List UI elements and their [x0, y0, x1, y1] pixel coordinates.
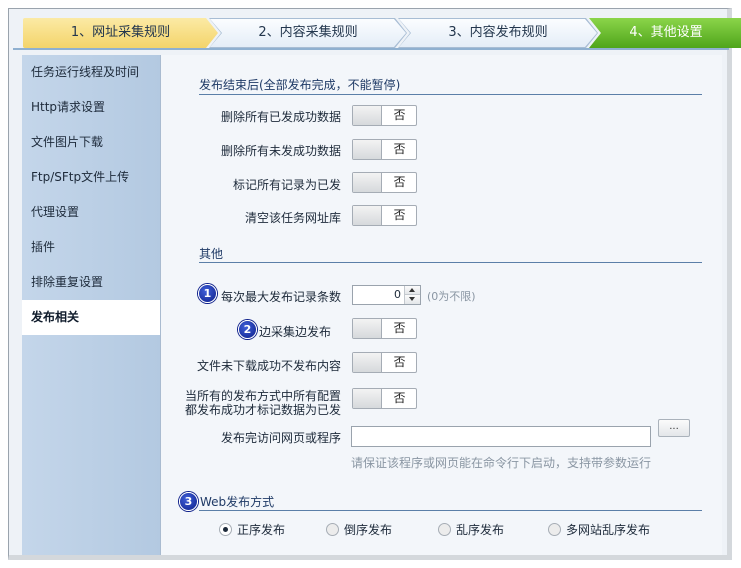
collect-publish-toggle[interactable]: 否	[352, 318, 417, 339]
sidebar-item-thread-time[interactable]: 任务运行线程及时间	[22, 55, 160, 90]
delete-failed-toggle[interactable]: 否	[352, 139, 417, 160]
all-success-toggle[interactable]: 否	[352, 388, 417, 409]
radio-unselected-icon	[438, 523, 451, 536]
callout-badge-1: 1	[198, 284, 217, 303]
max-records-label: 每次最大发布记录条数	[220, 290, 341, 304]
mark-published-toggle[interactable]: 否	[352, 172, 417, 193]
wizard-step-label: 4、其他设置	[629, 25, 703, 40]
radio-unselected-icon	[548, 523, 561, 536]
sidebar-item-http[interactable]: Http请求设置	[22, 90, 160, 125]
delete-success-toggle[interactable]: 否	[352, 105, 417, 126]
delete-success-label: 删除所有已发成功数据	[220, 110, 341, 124]
wizard-step-other-settings[interactable]: 4、其他设置	[589, 18, 741, 48]
sidebar-item-plugins[interactable]: 插件	[22, 230, 160, 265]
radio-selected-icon	[219, 523, 232, 536]
section-title-other: 其他	[199, 247, 224, 261]
browse-button[interactable]: ...	[658, 419, 690, 437]
section-title-web-publish: Web发布方式	[200, 495, 275, 509]
max-records-hint: (0为不限)	[427, 290, 476, 303]
wizard-step-label: 2、内容采集规则	[258, 25, 358, 40]
sidebar-item-publish[interactable]: 发布相关	[22, 300, 162, 335]
sidebar-item-proxy[interactable]: 代理设置	[22, 195, 160, 230]
stepper-up-icon[interactable]	[405, 286, 420, 295]
clear-url-db-label: 清空该任务网址库	[244, 211, 341, 225]
settings-panel	[160, 55, 722, 555]
delete-failed-label: 删除所有未发成功数据	[220, 144, 341, 158]
wizard-steps: 1、网址采集规则 2、内容采集规则 3、内容发布规则 4、其他设置	[13, 13, 741, 50]
radio-unselected-icon	[326, 523, 339, 536]
collect-publish-label: 边采集边发布	[258, 325, 331, 339]
file-fail-label: 文件未下载成功不发布内容	[196, 359, 341, 373]
section-divider	[199, 510, 702, 511]
wizard-step-content-rules[interactable]: 2、内容采集规则	[209, 18, 407, 48]
stepper-down-icon[interactable]	[405, 295, 420, 304]
wizard-step-label: 3、内容发布规则	[448, 25, 548, 40]
wizard-step-publish-rules[interactable]: 3、内容发布规则	[398, 18, 598, 48]
all-success-label-line2: 都发布成功才标记数据为已发	[184, 403, 341, 417]
file-fail-toggle[interactable]: 否	[352, 352, 417, 373]
sidebar-item-dedup[interactable]: 排除重复设置	[22, 265, 160, 300]
wizard-step-url-rules[interactable]: 1、网址采集规则	[23, 18, 218, 48]
callout-badge-3: 3	[179, 492, 198, 511]
section-divider	[199, 94, 702, 95]
sidebar-item-ftp[interactable]: Ftp/SFtp文件上传	[22, 160, 160, 195]
max-records-stepper[interactable]: 0	[352, 285, 421, 305]
section-title-after-publish: 发布结束后(全部发布完成，不能暂停)	[199, 78, 401, 92]
wizard-step-label: 1、网址采集规则	[70, 25, 171, 40]
section-divider	[199, 262, 702, 263]
settings-sidebar: 任务运行线程及时间 Http请求设置 文件图片下载 Ftp/SFtp文件上传 代…	[22, 55, 162, 555]
mark-published-label: 标记所有记录为已发	[232, 178, 341, 192]
visit-program-input[interactable]	[351, 426, 651, 447]
clear-url-db-toggle[interactable]: 否	[352, 205, 417, 226]
visit-program-hint: 请保证该程序或网页能在命令行下启动，支持带参数运行	[351, 456, 652, 470]
visit-program-label: 发布完访问网页或程序	[220, 431, 341, 445]
max-records-value: 0	[394, 288, 401, 301]
sidebar-item-file-download[interactable]: 文件图片下载	[22, 125, 160, 160]
callout-badge-2: 2	[238, 320, 257, 339]
